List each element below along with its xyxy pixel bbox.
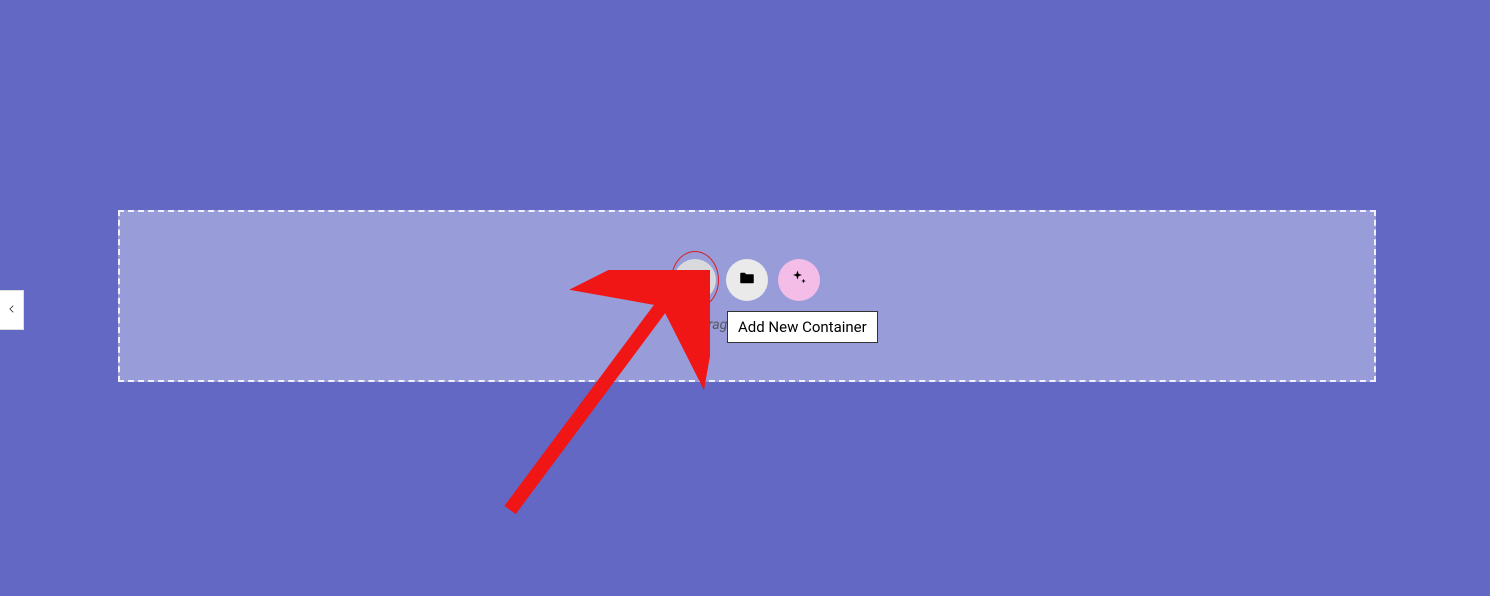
plus-icon	[686, 269, 704, 291]
sparkle-icon	[790, 269, 808, 291]
dropzone-button-row	[674, 259, 820, 301]
chevron-left-icon	[7, 302, 17, 318]
template-library-button[interactable]	[726, 259, 768, 301]
empty-section-dropzone[interactable]: Drag widget here	[118, 210, 1376, 382]
add-container-tooltip: Add New Container	[727, 311, 878, 343]
ai-generate-button[interactable]	[778, 259, 820, 301]
panel-collapse-tab[interactable]	[0, 290, 24, 330]
add-container-button[interactable]	[674, 259, 716, 301]
folder-icon	[738, 269, 756, 291]
